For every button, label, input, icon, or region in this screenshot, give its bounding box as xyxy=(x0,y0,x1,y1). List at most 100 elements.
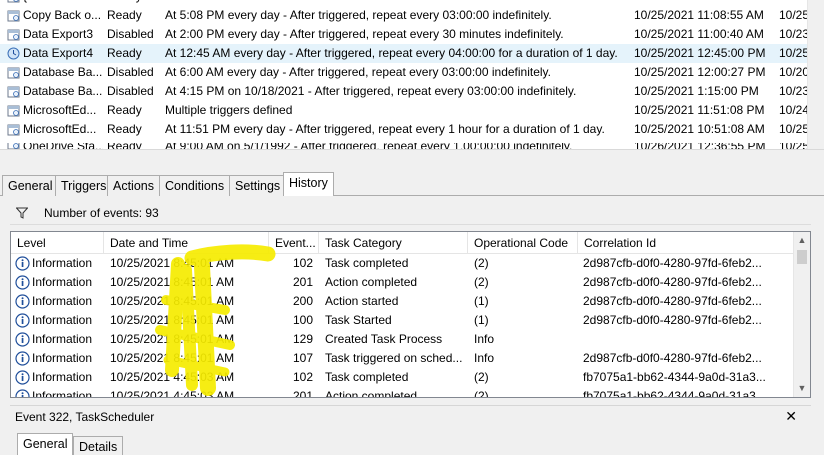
event-id: 200 xyxy=(292,294,313,308)
event-op-code: (2) xyxy=(474,389,489,398)
column-header[interactable]: Date and Time xyxy=(104,232,269,254)
task-running-icon xyxy=(7,47,20,60)
event-datetime: 10/25/2021 8:45:01 AM xyxy=(110,351,235,365)
events-table-header: Level Date and Time Event... Task Category O… xyxy=(11,232,795,254)
task-name: Database Ba... xyxy=(23,65,103,79)
table-row[interactable]: Information 10/25/2021 8:45:01 AM 201 Actio… xyxy=(11,273,795,292)
task-status: Disabled xyxy=(107,84,154,98)
task-triggers: At 12:45 AM every day - After triggered,… xyxy=(165,46,618,60)
event-correlation-id: 2d987cfb-d0f0-4280-97fd-6feb2... xyxy=(583,313,762,327)
event-op-code: Info xyxy=(474,351,495,365)
task-triggers: At 4:15 PM on 10/18/2021 - After trigger… xyxy=(165,84,577,98)
column-header[interactable]: Correlation Id xyxy=(578,232,795,254)
table-row[interactable]: Information 10/25/2021 4:45:03 AM 102 Task … xyxy=(11,368,795,387)
info-icon xyxy=(15,294,30,309)
event-level: Information xyxy=(32,313,93,327)
tab-settings[interactable]: Settings xyxy=(229,175,287,196)
event-id: 100 xyxy=(292,313,313,327)
task-triggers: At 11:51 PM every day - After triggered,… xyxy=(165,122,605,136)
event-datetime: 10/25/2021 8:45:01 AM xyxy=(110,313,235,327)
info-icon xyxy=(15,313,30,328)
scroll-up-icon[interactable]: ▲ xyxy=(794,232,810,249)
scroll-down-icon[interactable]: ▼ xyxy=(794,380,810,397)
event-correlation-id: 2d987cfb-d0f0-4280-97fd-6feb2... xyxy=(583,351,762,365)
event-op-code: (1) xyxy=(474,313,489,327)
task-next-run: 10/25/2021 11:00:40 AM xyxy=(634,27,764,41)
table-row[interactable]: Information 10/25/2021 8:45:01 AM 102 Task … xyxy=(11,254,795,273)
task-properties-tabs: General Triggers Actions Conditions Settings… xyxy=(0,172,824,197)
event-op-code: Info xyxy=(474,332,495,346)
tab-actions[interactable]: Actions xyxy=(107,175,160,196)
events-table: Level Date and Time Event... Task Category O… xyxy=(10,231,811,398)
event-level: Information xyxy=(32,370,93,384)
tab-triggers[interactable]: Triggers xyxy=(55,175,113,196)
event-id: 107 xyxy=(292,351,313,365)
column-header[interactable]: Task Category xyxy=(319,232,468,254)
scroll-thumb[interactable] xyxy=(797,250,807,264)
event-datetime: 10/25/2021 8:45:01 AM xyxy=(110,332,235,346)
event-correlation-id: 2d987cfb-d0f0-4280-97fd-6feb2... xyxy=(583,256,762,270)
task-row[interactable]: Data Export4 Ready At 12:45 AM every day -… xyxy=(0,44,824,63)
event-datetime: 10/25/2021 4:45:03 AM xyxy=(110,370,235,384)
event-category: Action started xyxy=(325,294,399,308)
task-status: Disabled xyxy=(107,65,154,79)
detail-tab-general[interactable]: General xyxy=(17,433,74,455)
task-row[interactable]: MicrosoftEd... Ready Multiple triggers def… xyxy=(0,101,824,120)
event-level: Information xyxy=(32,294,93,308)
task-icon xyxy=(7,0,20,3)
events-scrollbar[interactable]: ▲ ▼ xyxy=(793,232,810,397)
task-triggers: At 6:00 AM every day - After triggered, … xyxy=(165,65,551,79)
tab-conditions[interactable]: Conditions xyxy=(159,175,231,196)
task-row[interactable]: Database Ba... Disabled At 4:15 PM on 10/1… xyxy=(0,82,824,101)
task-name: Data Export4 xyxy=(23,46,94,60)
table-row[interactable]: Information 10/25/2021 8:45:01 AM 107 Task … xyxy=(11,349,795,368)
event-level: Information xyxy=(32,275,93,289)
task-next-run: 10/25/2021 1:15:00 PM xyxy=(634,84,759,98)
info-icon xyxy=(15,275,30,290)
event-op-code: (2) xyxy=(474,370,489,384)
task-name: MicrosoftEd... xyxy=(23,103,97,117)
filter-icon[interactable] xyxy=(16,207,28,219)
event-id: 201 xyxy=(292,389,313,398)
close-icon[interactable]: ✕ xyxy=(785,408,797,425)
event-category: Action completed xyxy=(325,275,418,289)
task-icon xyxy=(7,66,20,79)
task-row[interactable]: Data Export3 Disabled At 2:00 PM every day… xyxy=(0,25,824,44)
table-row[interactable]: Information 10/25/2021 4:45:03 AM 201 Actio… xyxy=(11,387,795,398)
tab-general[interactable]: General xyxy=(2,175,59,196)
event-level: Information xyxy=(32,389,93,398)
task-icon xyxy=(7,9,20,22)
events-bar: Number of events: 93 xyxy=(10,202,811,225)
event-id: 129 xyxy=(292,332,313,346)
detail-tab-details[interactable]: Details xyxy=(73,436,124,455)
task-row[interactable]: MicrosoftEd... Ready At 11:51 PM every day… xyxy=(0,120,824,139)
event-level: Information xyxy=(32,332,93,346)
task-icon xyxy=(7,85,20,98)
task-list: {0F8F01B0-...ReadyWhen the task is creat… xyxy=(0,0,824,149)
task-next-run: 10/25/2021 11:08:55 AM xyxy=(634,8,764,22)
event-count-label: Number of events: 93 xyxy=(44,206,159,220)
task-status: Ready xyxy=(107,103,142,117)
event-correlation-id: fb7075a1-bb62-4344-9a0d-31a3... xyxy=(583,389,766,398)
task-name: MicrosoftEd... xyxy=(23,122,97,136)
event-id: 102 xyxy=(292,370,313,384)
table-row[interactable]: Information 10/25/2021 8:45:01 AM 100 Task … xyxy=(11,311,795,330)
table-row[interactable]: Information 10/25/2021 8:45:01 AM 129 Creat… xyxy=(11,330,795,349)
task-next-run: 10/25/2021 12:00:27 PM xyxy=(634,65,766,79)
pane-splitter[interactable] xyxy=(0,149,824,172)
column-header[interactable]: Level xyxy=(11,232,104,254)
tab-history[interactable]: History xyxy=(283,172,334,197)
event-op-code: (2) xyxy=(474,275,489,289)
event-id: 102 xyxy=(292,256,313,270)
column-header[interactable]: Event... xyxy=(269,232,319,254)
event-category: Action completed xyxy=(325,389,418,398)
task-row[interactable]: Database Ba... Disabled At 6:00 AM every d… xyxy=(0,63,824,82)
task-list-scrollbar[interactable] xyxy=(807,0,824,149)
event-op-code: (1) xyxy=(474,294,489,308)
column-header[interactable]: Operational Code xyxy=(468,232,578,254)
task-name: Copy Back o... xyxy=(23,8,102,22)
event-category: Task Started xyxy=(325,313,392,327)
table-row[interactable]: Information 10/25/2021 8:45:01 AM 200 Actio… xyxy=(11,292,795,311)
task-row[interactable]: Copy Back o... Ready At 5:08 PM every day … xyxy=(0,6,824,25)
event-category: Task completed xyxy=(325,256,409,270)
